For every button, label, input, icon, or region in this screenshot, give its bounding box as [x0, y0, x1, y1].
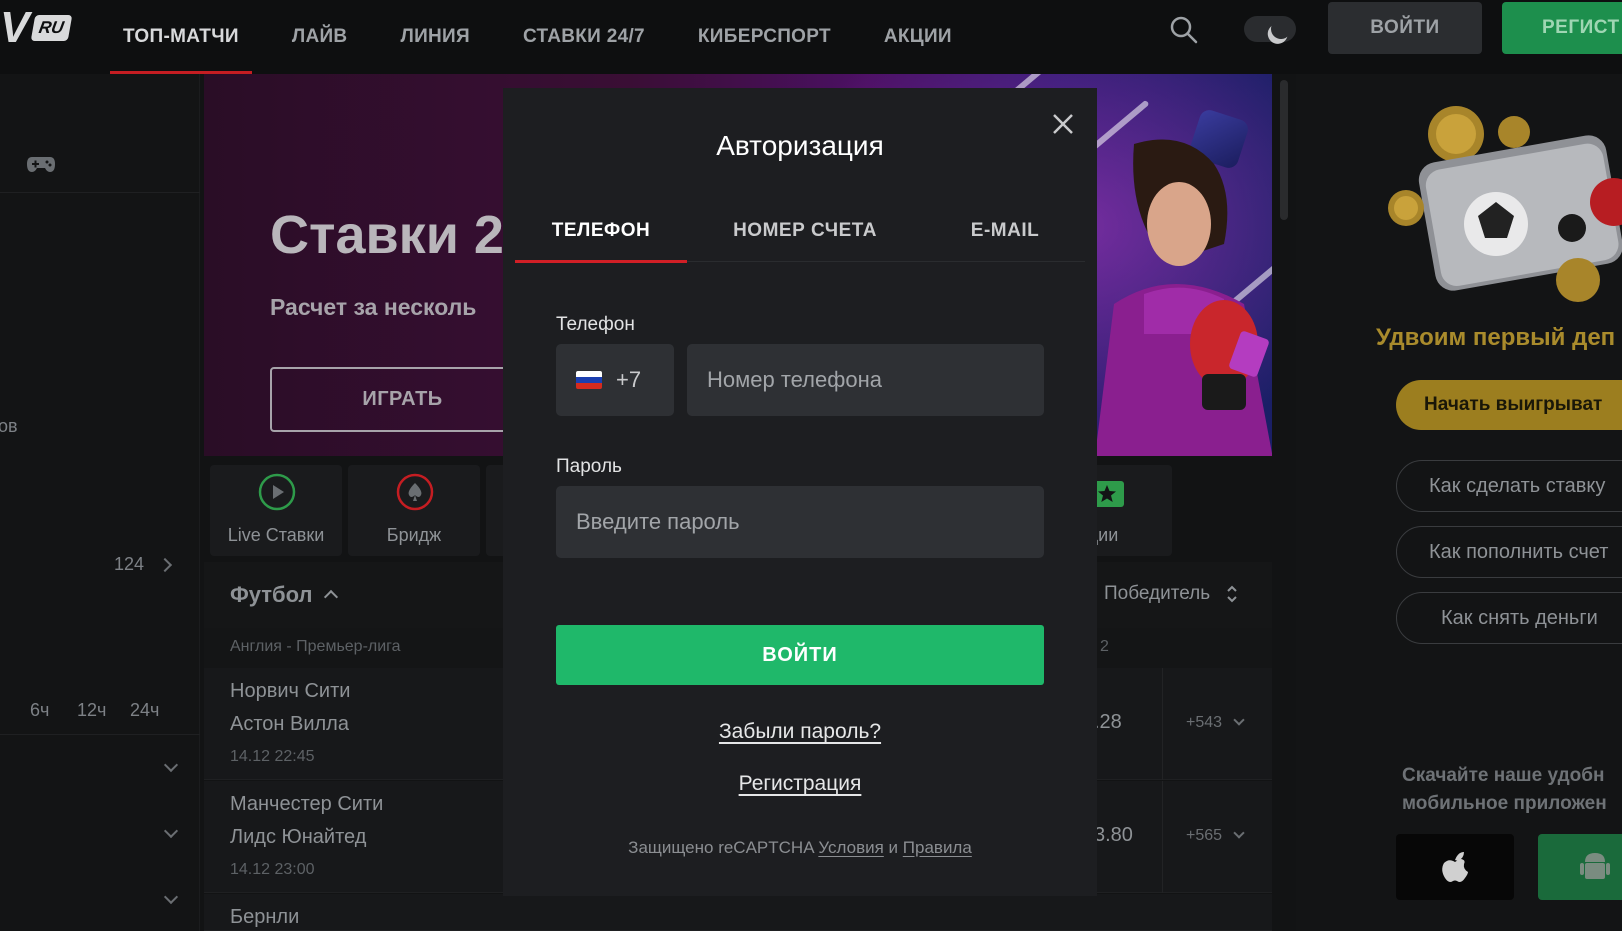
russia-flag-icon: [576, 371, 602, 389]
recaptcha-and: и: [888, 838, 899, 857]
login-submit-button[interactable]: ВОЙТИ: [556, 625, 1044, 685]
recaptcha-notice: Защищено reCAPTCHA Условия и Правила: [503, 838, 1097, 858]
page: V RU ТОП-МАТЧИ ЛАЙВ ЛИНИЯ СТАВКИ 24/7 КИ…: [0, 0, 1622, 931]
close-icon[interactable]: [1049, 110, 1077, 138]
country-code: +7: [616, 367, 642, 392]
registration-link[interactable]: Регистрация: [503, 772, 1097, 796]
forgot-password-link[interactable]: Забыли пароль?: [503, 720, 1097, 744]
tab-account-number[interactable]: НОМЕР СЧЕТА: [695, 200, 915, 262]
modal-title: Авторизация: [716, 130, 884, 161]
tab-phone[interactable]: ТЕЛЕФОН: [515, 200, 687, 263]
login-method-tabs: ТЕЛЕФОН НОМЕР СЧЕТА E-MAIL: [515, 200, 1085, 263]
tab-email[interactable]: E-MAIL: [925, 200, 1085, 262]
recaptcha-text: Защищено reCAPTCHA: [628, 838, 814, 857]
login-modal: Авторизация ТЕЛЕФОН НОМЕР СЧЕТА E-MAIL Т…: [503, 88, 1097, 896]
phone-label: Телефон: [556, 314, 635, 335]
country-code-selector[interactable]: +7: [556, 344, 674, 416]
recaptcha-privacy-link[interactable]: Правила: [903, 838, 972, 857]
phone-input[interactable]: [687, 344, 1044, 416]
recaptcha-terms-link[interactable]: Условия: [818, 838, 883, 857]
password-input[interactable]: [556, 486, 1044, 558]
password-label: Пароль: [556, 456, 622, 477]
